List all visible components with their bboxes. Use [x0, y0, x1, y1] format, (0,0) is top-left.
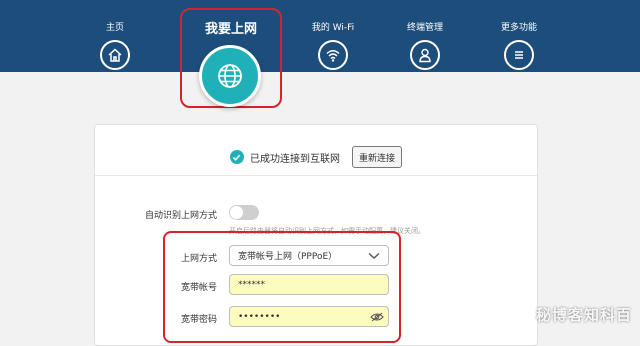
- nav-internet-label: 我要上网: [204, 22, 257, 37]
- nav-home-label: 主页: [105, 23, 124, 33]
- nav-item-wifi[interactable]: 我的 Wi-Fi: [298, 22, 368, 70]
- user-icon: [410, 40, 440, 70]
- mode-label: 上网方式: [180, 254, 217, 264]
- globe-icon: [199, 45, 261, 107]
- toggle-knob: [230, 206, 243, 219]
- status-text: 已成功连接到互联网: [249, 153, 340, 165]
- connection-status: 已成功连接到互联网 重新连接: [95, 146, 537, 168]
- account-label: 宽带帐号: [180, 283, 217, 293]
- nav-more-label: 更多功能: [500, 23, 537, 33]
- password-value: ••••••••: [238, 311, 281, 322]
- account-value: ******: [238, 279, 265, 290]
- internet-settings-card: 已成功连接到互联网 重新连接 自动识别上网方式 开启后路由器将自动识别上网方式，…: [94, 124, 538, 346]
- auto-detect-toggle[interactable]: [229, 205, 259, 220]
- check-icon: [229, 150, 244, 164]
- home-icon: [100, 40, 130, 70]
- wifi-icon: [318, 40, 348, 70]
- mode-select[interactable]: 宽带帐号上网（PPPoE）: [229, 245, 389, 266]
- nav-item-devices[interactable]: 终端管理: [390, 22, 460, 70]
- divider: [95, 175, 537, 176]
- nav-item-internet[interactable]: 我要上网: [180, 8, 282, 108]
- menu-icon: [504, 40, 534, 70]
- password-input[interactable]: ••••••••: [229, 306, 389, 327]
- nav-item-home[interactable]: 主页: [80, 22, 150, 70]
- mode-value: 宽带帐号上网（PPPoE）: [238, 252, 338, 262]
- nav-devices-label: 终端管理: [406, 23, 443, 33]
- nav-wifi-label: 我的 Wi-Fi: [311, 23, 355, 33]
- hide-password-icon[interactable]: [368, 309, 385, 324]
- auto-detect-label: 自动识别上网方式: [144, 211, 217, 221]
- reconnect-button[interactable]: 重新连接: [351, 146, 402, 168]
- watermark-text: 秘博客知科百: [535, 306, 632, 324]
- password-label: 宽带密码: [180, 315, 217, 325]
- chevron-down-icon: [368, 252, 380, 259]
- nav-item-more[interactable]: 更多功能: [484, 22, 554, 70]
- top-navigation-bar: 主页 我的 Wi-Fi 终端管理 更多功能: [0, 0, 640, 72]
- account-input[interactable]: ******: [229, 274, 389, 295]
